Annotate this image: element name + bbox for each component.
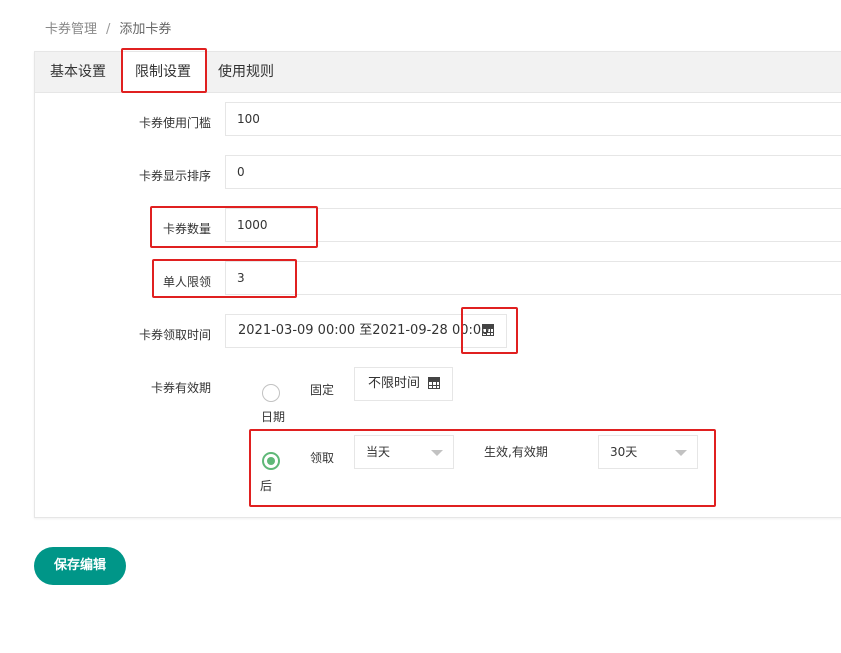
duration-select-value: 30天 [610, 445, 638, 459]
tab-basic-settings[interactable]: 基本设置 [50, 52, 106, 92]
quantity-input[interactable]: 1000 [225, 208, 841, 242]
calendar-icon[interactable] [428, 377, 440, 389]
chevron-down-icon [431, 450, 443, 456]
validity-fixed-text: 固定 [310, 383, 335, 397]
receive-time-input[interactable]: 2021-03-09 00:00 至2021-09-28 00:00 [225, 314, 507, 348]
receive-time-value: 2021-03-09 00:00 至2021-09-28 00:00 [238, 323, 490, 338]
threshold-input[interactable]: 100 [225, 102, 841, 136]
breadcrumb-parent[interactable]: 卡券管理 [45, 22, 97, 37]
breadcrumb-separator: / [106, 22, 111, 37]
quantity-label: 卡券数量 [162, 222, 211, 236]
per-user-limit-input[interactable]: 3 [225, 261, 841, 295]
effect-label: 生效,有效期 [484, 445, 548, 459]
breadcrumb: 卡券管理 / 添加卡券 [45, 18, 171, 37]
calendar-icon[interactable] [482, 324, 494, 336]
validity-after-text-below: 后 [260, 479, 273, 493]
validity-fixed-text-below: 日期 [261, 410, 286, 424]
tab-limit-settings[interactable]: 限制设置 [121, 52, 205, 93]
sort-input[interactable]: 0 [225, 155, 841, 189]
receive-time-label: 卡券领取时间 [138, 328, 211, 342]
breadcrumb-current: 添加卡券 [119, 22, 172, 37]
duration-select[interactable]: 30天 [598, 435, 698, 469]
validity-label: 卡券有效期 [150, 381, 211, 395]
per-user-limit-label: 单人限领 [162, 275, 211, 289]
day-select[interactable]: 当天 [354, 435, 454, 469]
sort-label: 卡券显示排序 [138, 169, 211, 183]
tab-bar: 基本设置 限制设置 使用规则 [35, 52, 841, 93]
save-button[interactable]: 保存编辑 [34, 547, 126, 585]
validity-after-text: 领取 [310, 451, 335, 465]
day-select-value: 当天 [366, 445, 391, 459]
validity-fixed-radio[interactable] [262, 384, 280, 402]
fixed-date-input[interactable]: 不限时间 [354, 367, 453, 401]
fixed-date-value: 不限时间 [368, 376, 421, 391]
validity-after-radio[interactable] [262, 452, 280, 470]
threshold-label: 卡券使用门槛 [138, 116, 211, 130]
chevron-down-icon [675, 450, 687, 456]
form-panel: 基本设置 限制设置 使用规则 卡券使用门槛 100 卡券显示排序 0 卡券数量 … [34, 51, 841, 518]
tab-usage-rules[interactable]: 使用规则 [218, 52, 274, 92]
